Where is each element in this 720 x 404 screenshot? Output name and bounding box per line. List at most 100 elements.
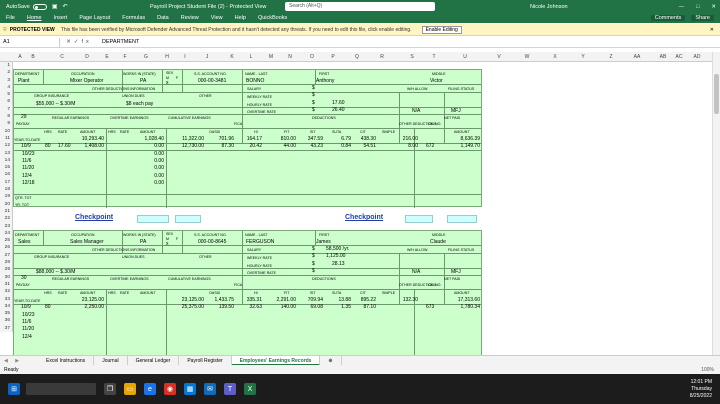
column-header[interactable]: AB <box>656 54 670 60</box>
row-header[interactable]: 11 <box>0 135 12 142</box>
sex-value[interactable]: x <box>166 241 169 247</box>
row-header[interactable]: 10 <box>0 128 12 135</box>
row16-payday[interactable]: 12/18 <box>22 180 35 186</box>
sheet-tab-general-ledger[interactable]: General Ledger <box>128 355 180 366</box>
group-insurance-value[interactable]: $55,000 -- $.30/M <box>36 101 75 107</box>
minimize-icon[interactable]: — <box>679 4 685 10</box>
column-header[interactable]: P <box>326 54 340 60</box>
column-header[interactable]: G <box>139 54 153 60</box>
state-value[interactable]: PA <box>140 239 146 245</box>
column-header[interactable]: X <box>548 54 562 60</box>
occupation-value[interactable]: Mixer Operator <box>70 78 103 84</box>
row-header[interactable]: 13 <box>0 150 12 157</box>
wh-allow-value[interactable]: N/A <box>412 269 420 275</box>
tab-formulas[interactable]: Formulas <box>122 15 145 21</box>
quarter-value[interactable]: 30 <box>21 275 27 281</box>
salary-value[interactable]: 58,500 /yr. <box>326 246 349 252</box>
ytd-cumulative[interactable]: 11,322.00 <box>174 136 204 142</box>
department-value[interactable]: Sales <box>18 239 31 245</box>
row-header[interactable]: 19 <box>0 193 12 200</box>
share-button[interactable]: Share <box>691 15 714 21</box>
row35-payday[interactable]: 11/6 <box>22 319 31 325</box>
ytd-other-ded[interactable]: 216.00 <box>394 136 418 142</box>
ytd-net[interactable]: 8,636.39 <box>448 136 480 142</box>
ytd-oasdi[interactable]: 701.96 <box>210 136 234 142</box>
tab-file[interactable]: File <box>6 15 15 21</box>
row12-ot[interactable]: 0.00 <box>134 151 164 157</box>
file-explorer-icon[interactable]: ▭ <box>124 383 136 395</box>
sheet-tab-excel-instructions[interactable]: Excel Instructions <box>38 355 95 366</box>
store-icon[interactable]: ▦ <box>184 383 196 395</box>
ytd-cit[interactable]: 438.30 <box>352 136 376 142</box>
column-header[interactable]: Y <box>576 54 590 60</box>
row-header[interactable]: 1 <box>0 62 12 69</box>
column-header[interactable]: E <box>100 54 114 60</box>
first-name-value[interactable]: Anthony <box>316 78 334 84</box>
chrome-icon[interactable]: ◉ <box>164 383 176 395</box>
row33-net[interactable]: 1,780.34 <box>448 304 480 310</box>
row-header[interactable]: 6 <box>0 98 12 105</box>
hourly-rate-value[interactable]: 28.13 <box>332 261 345 267</box>
row-header[interactable]: 26 <box>0 244 12 251</box>
row11-suta[interactable]: 0.84 <box>327 143 351 149</box>
tab-home[interactable]: Home <box>27 15 42 21</box>
row-header[interactable]: 34 <box>0 303 12 310</box>
column-header[interactable]: F <box>118 54 132 60</box>
column-header[interactable]: AC <box>672 54 686 60</box>
row11-net[interactable]: 1,149.70 <box>448 143 480 149</box>
maximize-icon[interactable]: □ <box>696 4 699 10</box>
occupation-value[interactable]: Sales Manager <box>70 239 104 245</box>
row-header[interactable]: 18 <box>0 186 12 193</box>
row-header[interactable]: 37 <box>0 325 12 332</box>
column-header[interactable]: AD <box>690 54 704 60</box>
taskbar-search-box[interactable] <box>26 383 96 395</box>
ytd-sit[interactable]: 347.59 <box>299 136 323 142</box>
row33-cumulative[interactable]: 25,375.00 <box>174 304 204 310</box>
row-header[interactable]: 28 <box>0 259 12 266</box>
column-header[interactable]: S <box>405 54 419 60</box>
row11-cit[interactable]: 54.51 <box>352 143 376 149</box>
row14-ot[interactable]: 0.00 <box>134 165 164 171</box>
row-header[interactable]: 33 <box>0 296 12 303</box>
row-header[interactable]: 15 <box>0 164 12 171</box>
state-value[interactable]: PA <box>140 78 146 84</box>
sheet-tab-employees-earnings-records[interactable]: Employees' Earnings Records <box>231 355 321 366</box>
column-header[interactable]: AA <box>630 54 644 60</box>
row11-rate[interactable]: 17.60 <box>58 143 71 149</box>
row-header[interactable]: 23 <box>0 223 12 230</box>
filing-status-value[interactable]: MFJ <box>451 269 461 275</box>
ytd-fit[interactable]: 2,291.00 <box>272 297 296 303</box>
column-header[interactable]: O <box>305 54 319 60</box>
close-icon[interactable]: ✕ <box>711 4 716 10</box>
group-insurance-value[interactable]: $88,000 -- $.30/M <box>36 269 75 275</box>
row37-payday[interactable]: 12/4 <box>22 334 32 340</box>
column-header[interactable]: A <box>14 54 26 60</box>
tab-quickbooks[interactable]: QuickBooks <box>258 15 287 21</box>
save-icon[interactable]: ▣ <box>52 3 58 10</box>
excel-icon[interactable]: X <box>244 383 256 395</box>
ytd-fit[interactable]: 810.00 <box>272 136 296 142</box>
column-header[interactable]: V <box>492 54 506 60</box>
zoom-level[interactable]: 100% <box>701 367 714 373</box>
fx-icon[interactable]: ✕✓fx <box>60 39 98 45</box>
middle-name-value[interactable]: Victor <box>430 78 443 84</box>
formula-input[interactable]: DEPARTMENT <box>98 39 139 45</box>
column-header[interactable]: H <box>160 54 174 60</box>
filing-status-value[interactable]: MFJ <box>451 108 461 114</box>
row-header[interactable]: 2 <box>0 69 12 76</box>
row-header[interactable]: 30 <box>0 274 12 281</box>
row11-cumulative[interactable]: 12,730.00 <box>174 143 204 149</box>
edge-icon[interactable]: e <box>144 383 156 395</box>
hourly-rate-value[interactable]: 17.60 <box>332 100 345 106</box>
row-header[interactable]: 29 <box>0 266 12 273</box>
row11-payday[interactable]: 10/9 <box>21 143 31 149</box>
column-header[interactable]: K <box>225 54 239 60</box>
tab-review[interactable]: Review <box>181 15 199 21</box>
row-header[interactable]: 17 <box>0 179 12 186</box>
row-header[interactable]: 3 <box>0 77 12 84</box>
row-header[interactable]: 24 <box>0 230 12 237</box>
start-icon[interactable]: ⊞ <box>8 383 20 395</box>
column-header[interactable]: B <box>26 54 40 60</box>
row-header[interactable]: 5 <box>0 91 12 98</box>
row-header[interactable]: 9 <box>0 120 12 127</box>
